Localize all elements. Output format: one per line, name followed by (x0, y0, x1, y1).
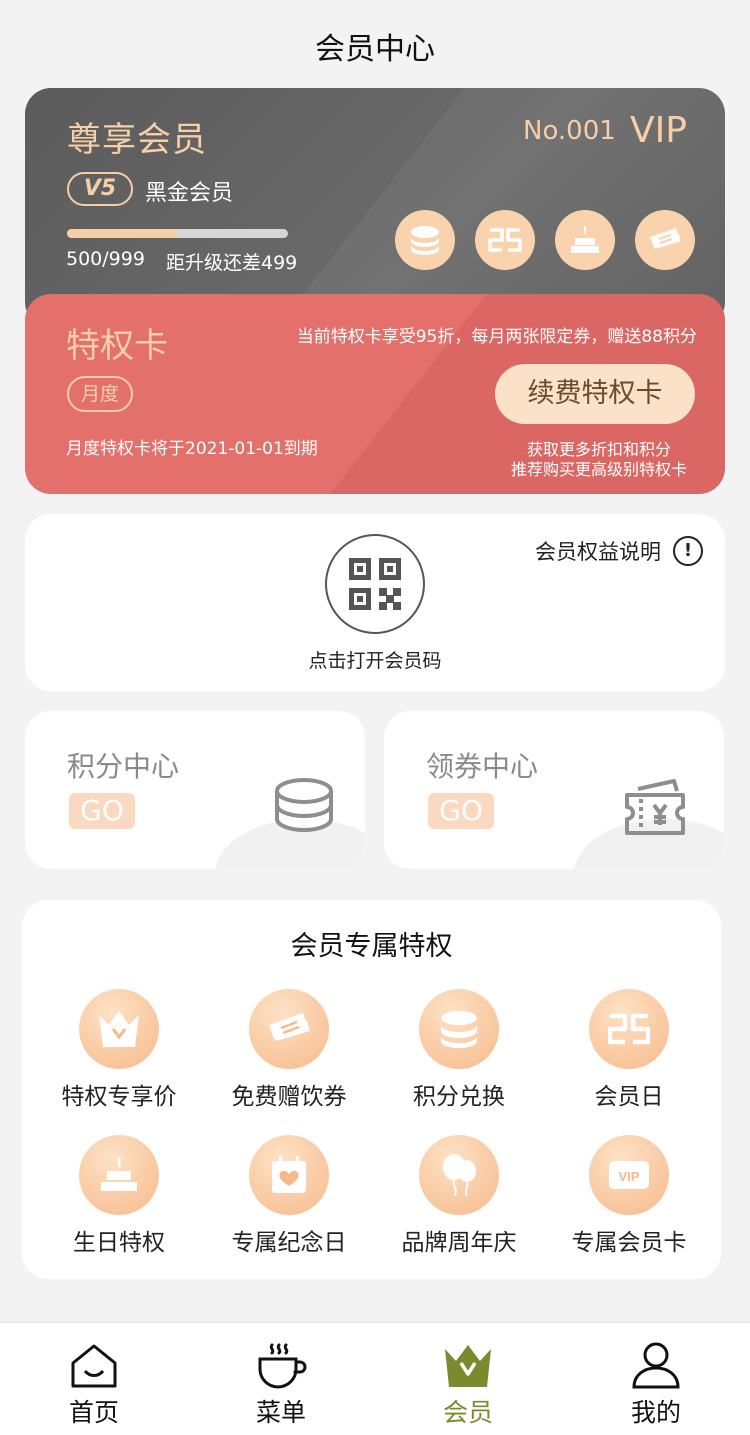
privilege-label: 免费赠饮券 (231, 1084, 347, 1110)
renew-hint-line1: 获取更多折扣和积分 (526, 440, 671, 459)
privilege-description: 当前特权卡享受95折，每月两张限定券，赠送88积分 (296, 327, 697, 347)
birthday-cake-icon[interactable] (555, 210, 615, 270)
points-center-title: 积分中心 (67, 750, 180, 783)
privilege-label: 特权专享价 (61, 1084, 177, 1110)
privilege-item-birthday[interactable]: 生日特权 (34, 1135, 204, 1257)
privilege-label: 会员日 (594, 1084, 664, 1110)
privilege-label: 积分兑换 (413, 1084, 505, 1110)
ticket-icon (249, 989, 329, 1069)
user-icon (596, 1339, 716, 1389)
renew-hint-line2: 推荐购买更高级别特权卡 (510, 460, 687, 479)
coins-icon (419, 989, 499, 1069)
coins-icon[interactable] (395, 210, 455, 270)
birthday-cake-icon (79, 1135, 159, 1215)
coupon-center-title: 领券中心 (426, 750, 539, 783)
member-benefits-link[interactable]: 会员权益说明 ! (535, 536, 703, 566)
coffee-cup-icon (221, 1339, 341, 1389)
points-center-go-button[interactable]: GO (69, 793, 135, 829)
period-badge: 月度 (67, 376, 133, 412)
upgrade-progress-fill (67, 229, 178, 238)
member-code-panel: 会员权益说明 ! 点击打开会员码 (25, 514, 725, 691)
vip-label: VIP (630, 110, 687, 151)
member-benefits-label: 会员权益说明 (535, 540, 661, 564)
privilege-item-member-card[interactable]: VIP 专属会员卡 (544, 1135, 714, 1257)
exclusive-privileges-panel: 会员专属特权 特权专享价 免费赠饮券 积分兑换 会员日 生日特权 专属纪念日 品… (22, 900, 721, 1279)
points-center-tile[interactable]: 积分中心 GO (25, 711, 365, 869)
qr-label: 点击打开会员码 (308, 650, 442, 672)
privilege-card: 特权卡 当前特权卡享受95折，每月两张限定券，赠送88积分 月度 月度特权卡将于… (25, 294, 725, 494)
member-card-title: 尊享会员 (67, 120, 207, 160)
calendar-25-icon (589, 989, 669, 1069)
tab-label: 我的 (630, 1398, 681, 1427)
page-title: 会员中心 (315, 32, 435, 67)
tab-profile[interactable]: 我的 (596, 1339, 716, 1429)
coupon-center-tile[interactable]: 领券中心 GO (384, 711, 724, 869)
expire-text: 月度特权卡将于2021-01-01到期 (66, 439, 318, 459)
privilege-item-special-price[interactable]: 特权专享价 (34, 989, 204, 1111)
privilege-label: 品牌周年庆 (401, 1230, 517, 1256)
level-name: 黑金会员 (145, 181, 234, 206)
privilege-label: 专属纪念日 (231, 1230, 347, 1256)
crown-icon (408, 1339, 528, 1389)
privilege-item-anniversary[interactable]: 专属纪念日 (204, 1135, 374, 1257)
privilege-label: 专属会员卡 (571, 1230, 687, 1256)
upgrade-progress-bar (67, 229, 288, 238)
home-icon (34, 1339, 154, 1389)
calendar-25-icon[interactable] (475, 210, 535, 270)
tab-menu[interactable]: 菜单 (221, 1339, 341, 1429)
coins-icon (273, 777, 335, 843)
tab-label: 首页 (68, 1398, 119, 1427)
info-icon: ! (673, 536, 703, 566)
qr-code-button[interactable] (325, 534, 425, 634)
svg-text:VIP: VIP (619, 1169, 640, 1184)
points-text: 500/999 (66, 248, 145, 270)
upgrade-text: 距升级还差499 (166, 252, 298, 274)
privilege-item-points-exchange[interactable]: 积分兑换 (374, 989, 544, 1111)
balloons-icon (419, 1135, 499, 1215)
coupon-icon (624, 777, 686, 843)
exclusive-title: 会员专属特权 (290, 931, 453, 962)
privilege-item-free-drink[interactable]: 免费赠饮券 (204, 989, 374, 1111)
member-card: 尊享会员 No.001 VIP V5 黑金会员 500/999 距升级还差499 (25, 88, 725, 328)
tab-member[interactable]: 会员 (408, 1339, 528, 1429)
coupon-center-go-button[interactable]: GO (428, 793, 494, 829)
level-badge: V5 (67, 172, 133, 206)
privilege-label: 生日特权 (73, 1230, 165, 1256)
privilege-item-member-day[interactable]: 会员日 (544, 989, 714, 1111)
renew-privilege-card-button[interactable]: 续费特权卡 (495, 364, 695, 424)
crown-icon (79, 989, 159, 1069)
bottom-tab-bar: 首页 菜单 会员 我的 (0, 1322, 750, 1435)
ticket-icon[interactable] (635, 210, 695, 270)
tab-home[interactable]: 首页 (34, 1339, 154, 1429)
privilege-card-title: 特权卡 (66, 326, 168, 366)
qr-code-icon (349, 558, 401, 610)
calendar-heart-icon (249, 1135, 329, 1215)
privilege-item-brand-anniversary[interactable]: 品牌周年庆 (374, 1135, 544, 1257)
member-number: No.001 (523, 116, 616, 146)
renew-hint: 获取更多折扣和积分 推荐购买更高级别特权卡 (511, 440, 687, 480)
vip-card-icon: VIP (589, 1135, 669, 1215)
tab-label: 会员 (442, 1398, 493, 1427)
tab-label: 菜单 (255, 1398, 306, 1427)
